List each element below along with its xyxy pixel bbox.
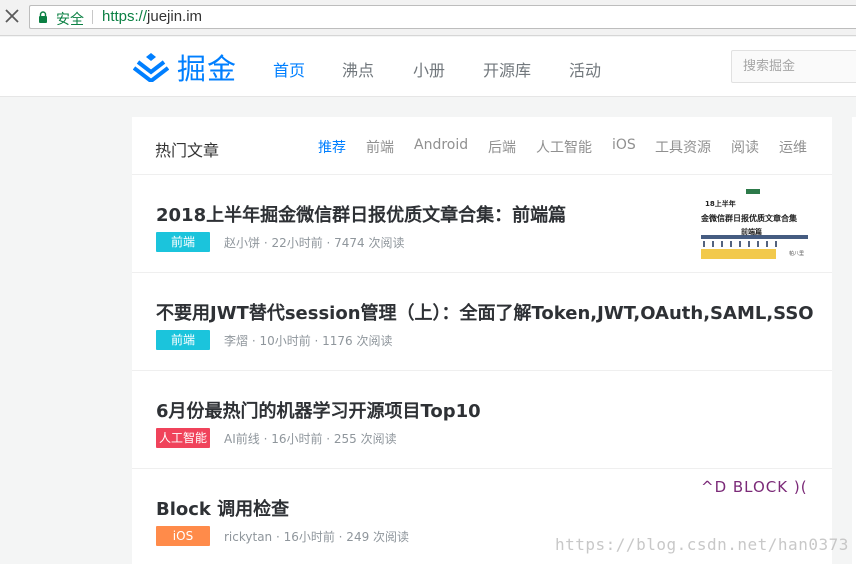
omnibox-divider xyxy=(92,10,93,24)
thumbnail-text: ^D BLOCK )( xyxy=(701,478,808,496)
sidebar-edge xyxy=(852,117,856,564)
url-text[interactable]: https://juejin.im xyxy=(102,8,202,25)
secure-label: 安全 xyxy=(56,12,84,28)
article-meta: 赵小饼 · 22小时前 · 7474 次阅读 xyxy=(224,236,405,250)
list-item[interactable]: 6月份最热门的机器学习开源项目Top10 人工智能 AI前线 · 16小时前 ·… xyxy=(132,371,832,469)
thumbnail-line: 18上半年 xyxy=(705,200,736,208)
category-tag[interactable]: 前端 xyxy=(156,232,210,252)
tab-backend[interactable]: 后端 xyxy=(488,137,516,157)
nav-repos[interactable]: 开源库 xyxy=(483,57,531,81)
article-thumbnail[interactable]: 18上半年 金微信群日报优质文章合集 前端篇 帕八里 xyxy=(701,189,808,259)
article-title[interactable]: 2018上半年掘金微信群日报优质文章合集：前端篇 xyxy=(156,201,566,227)
article-meta: 李熠 · 10小时前 · 1176 次阅读 xyxy=(224,334,393,348)
article-title[interactable]: Block 调用检查 xyxy=(156,495,289,521)
thumbnail-line: 金微信群日报优质文章合集 xyxy=(701,214,797,223)
url-scheme: https:// xyxy=(102,8,148,25)
tab-android[interactable]: Android xyxy=(414,137,468,153)
category-tag[interactable]: 人工智能 xyxy=(156,428,210,448)
lock-icon xyxy=(39,11,47,23)
thumbnail-line: 帕八里 xyxy=(789,251,805,257)
tab-reading[interactable]: 阅读 xyxy=(731,137,759,157)
list-item[interactable]: 2018上半年掘金微信群日报优质文章合集：前端篇 前端 赵小饼 · 22小时前 … xyxy=(132,175,832,273)
watermark: https://blog.csdn.net/han0373 xyxy=(555,535,849,554)
tab-recommended[interactable]: 推荐 xyxy=(318,137,346,157)
url-host: juejin.im xyxy=(147,8,203,25)
nav-home[interactable]: 首页 xyxy=(273,57,305,81)
search-box xyxy=(731,50,856,83)
close-icon[interactable] xyxy=(4,7,20,25)
article-title[interactable]: 不要用JWT替代session管理（上）：全面了解Token,JWT,OAuth… xyxy=(156,299,814,325)
feed-header: 热门文章 推荐 前端 Android 后端 人工智能 iOS 工具资源 阅读 运… xyxy=(132,117,832,175)
article-thumbnail[interactable]: ^D BLOCK )( xyxy=(701,477,808,497)
search-input[interactable] xyxy=(732,51,856,82)
nav-events[interactable]: 活动 xyxy=(569,57,601,81)
url-bar[interactable]: 安全 https://juejin.im xyxy=(29,5,856,29)
nav-books[interactable]: 小册 xyxy=(413,57,445,81)
list-item[interactable]: 不要用JWT替代session管理（上）：全面了解Token,JWT,OAuth… xyxy=(132,273,832,371)
article-title[interactable]: 6月份最热门的机器学习开源项目Top10 xyxy=(156,397,481,423)
juejin-logo-icon xyxy=(133,53,169,82)
tab-ios[interactable]: iOS xyxy=(612,137,636,153)
category-tag[interactable]: 前端 xyxy=(156,330,210,350)
nav-pins[interactable]: 沸点 xyxy=(342,57,374,81)
article-feed: 热门文章 推荐 前端 Android 后端 人工智能 iOS 工具资源 阅读 运… xyxy=(132,117,832,564)
thumbnail-line: 前端篇 xyxy=(741,228,762,236)
tab-ai[interactable]: 人工智能 xyxy=(536,137,592,157)
tab-ops[interactable]: 运维 xyxy=(779,137,807,157)
tab-tools[interactable]: 工具资源 xyxy=(655,137,711,157)
article-meta: AI前线 · 16小时前 · 255 次阅读 xyxy=(224,432,397,446)
article-meta: rickytan · 16小时前 · 249 次阅读 xyxy=(224,530,410,544)
site-header: 掘金 首页 沸点 小册 开源库 活动 xyxy=(0,37,856,97)
tab-frontend[interactable]: 前端 xyxy=(366,137,394,157)
browser-address-bar: 安全 https://juejin.im xyxy=(0,0,856,36)
category-tag[interactable]: iOS xyxy=(156,526,210,546)
feed-title: 热门文章 xyxy=(155,141,220,160)
logo-text: 掘金 xyxy=(177,52,238,86)
juejin-logo[interactable]: 掘金 xyxy=(133,50,237,86)
